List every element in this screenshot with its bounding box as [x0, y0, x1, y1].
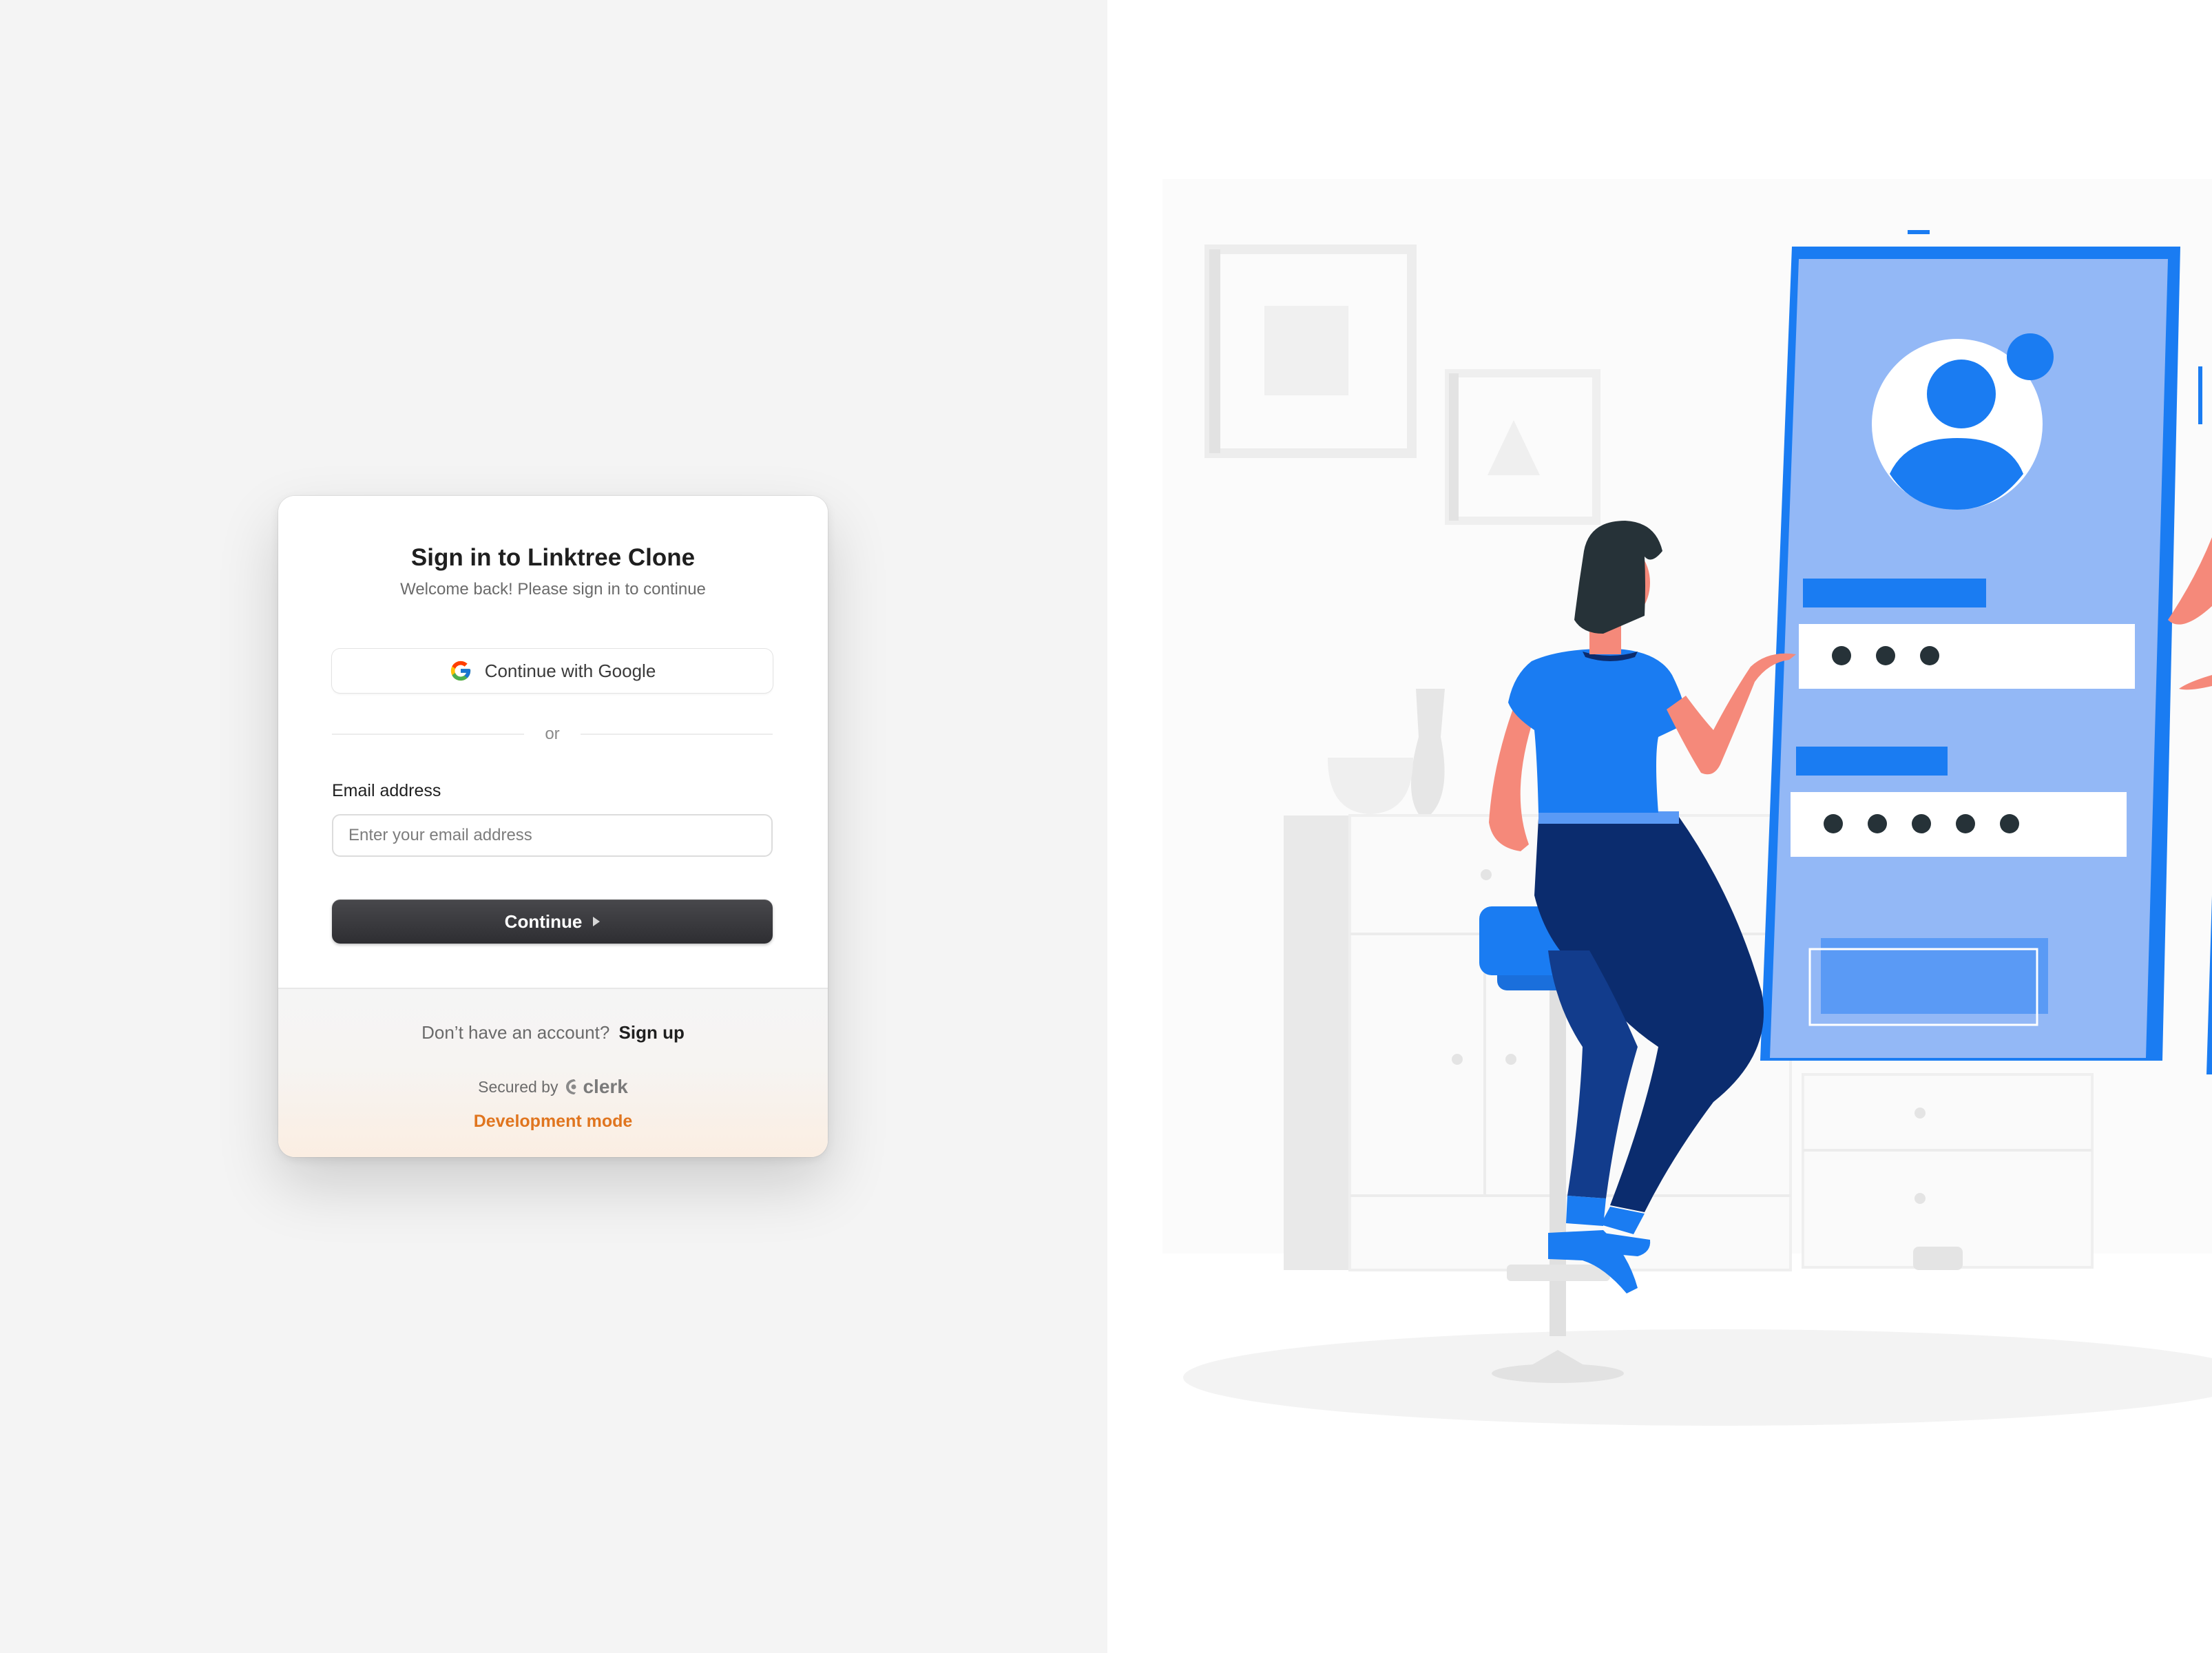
card-footer: Don’t have an account? Sign up Secured b… [278, 989, 828, 1157]
login-illustration [1162, 179, 2212, 1426]
card-main: Sign in to Linktree Clone Welcome back! … [278, 496, 828, 989]
sign-up-link[interactable]: Sign up [619, 1022, 685, 1043]
secured-by-row: Secured by clerk [278, 1076, 828, 1098]
or-divider: or [332, 723, 773, 745]
divider-text: or [545, 725, 560, 743]
left-pane: Sign in to Linktree Clone Welcome back! … [0, 0, 1107, 1653]
no-account-text: Don’t have an account? [421, 1022, 610, 1043]
development-mode-label: Development mode [473, 1112, 633, 1131]
card-title: Sign in to Linktree Clone [410, 544, 696, 571]
signup-row: Don’t have an account? Sign up [278, 1022, 828, 1043]
card-subtitle: Welcome back! Please sign in to continue [400, 580, 706, 599]
divider-line-right [580, 734, 773, 735]
caret-right-icon [593, 917, 601, 926]
sign-in-card: Sign in to Linktree Clone Welcome back! … [278, 496, 828, 1157]
clerk-brand-text: clerk [583, 1076, 628, 1097]
clerk-icon [566, 1079, 576, 1094]
email-label: Email address [332, 781, 441, 800]
continue-button-label: Continue [504, 911, 583, 932]
divider-line-left [332, 734, 525, 735]
phone-screen [1760, 230, 2202, 1061]
continue-with-google-button[interactable]: Continue with Google [332, 649, 773, 693]
page: Sign in to Linktree Clone Welcome back! … [0, 0, 2212, 1653]
secured-by-text: Secured by [478, 1077, 559, 1096]
email-input[interactable] [332, 814, 773, 857]
clerk-logo[interactable]: clerk [565, 1076, 628, 1098]
floor-shadow [1183, 1329, 2212, 1426]
right-pane [1107, 0, 2212, 1653]
continue-button[interactable]: Continue [332, 900, 773, 944]
google-button-label: Continue with Google [484, 660, 656, 681]
google-icon [450, 661, 470, 681]
drawers [1802, 1073, 2094, 1270]
